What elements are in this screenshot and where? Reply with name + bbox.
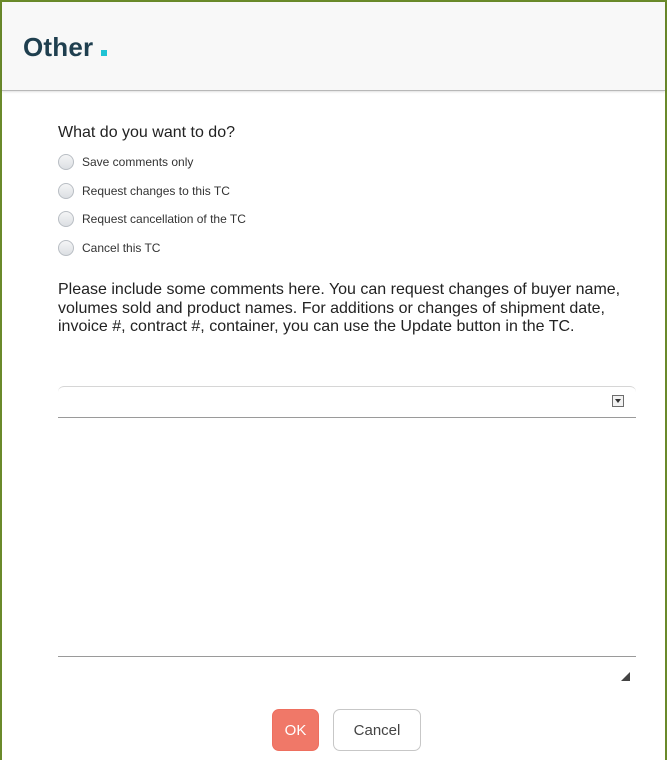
dialog-buttons: OK Cancel bbox=[272, 709, 421, 751]
radio-option-request-cancellation[interactable]: Request cancellation of the TC bbox=[58, 205, 246, 234]
dialog: Other What do you want to do? Save comme… bbox=[0, 0, 667, 760]
action-radio-group: Save comments only Request changes to th… bbox=[58, 148, 246, 262]
dialog-header: Other bbox=[2, 2, 665, 91]
radio-label: Request changes to this TC bbox=[82, 183, 230, 198]
radio-button[interactable] bbox=[58, 239, 74, 256]
radio-label: Request cancellation of the TC bbox=[82, 212, 246, 227]
toolbar-dropdown-icon[interactable] bbox=[612, 395, 624, 407]
editor-statusbar bbox=[58, 656, 636, 687]
instructions-text: Please include some comments here. You c… bbox=[58, 281, 621, 335]
radio-option-request-changes[interactable]: Request changes to this TC bbox=[58, 177, 246, 206]
radio-button[interactable] bbox=[58, 211, 74, 228]
comment-editor bbox=[58, 386, 636, 689]
cancel-button[interactable]: Cancel bbox=[333, 709, 421, 751]
dialog-title-text: Other bbox=[23, 32, 94, 62]
radio-button[interactable] bbox=[58, 182, 74, 199]
editor-toolbar bbox=[58, 387, 636, 418]
resize-handle-icon[interactable] bbox=[621, 672, 630, 681]
radio-option-save-comments[interactable]: Save comments only bbox=[58, 148, 246, 177]
dialog-title: Other bbox=[23, 32, 108, 63]
question-label: What do you want to do? bbox=[58, 124, 235, 141]
ok-button[interactable]: OK bbox=[272, 709, 319, 751]
title-accent-dot bbox=[101, 50, 108, 56]
radio-label: Save comments only bbox=[82, 155, 194, 170]
radio-option-cancel-tc[interactable]: Cancel this TC bbox=[58, 234, 246, 263]
radio-button[interactable] bbox=[58, 154, 74, 171]
radio-label: Cancel this TC bbox=[82, 240, 161, 255]
comment-input[interactable] bbox=[58, 418, 636, 656]
